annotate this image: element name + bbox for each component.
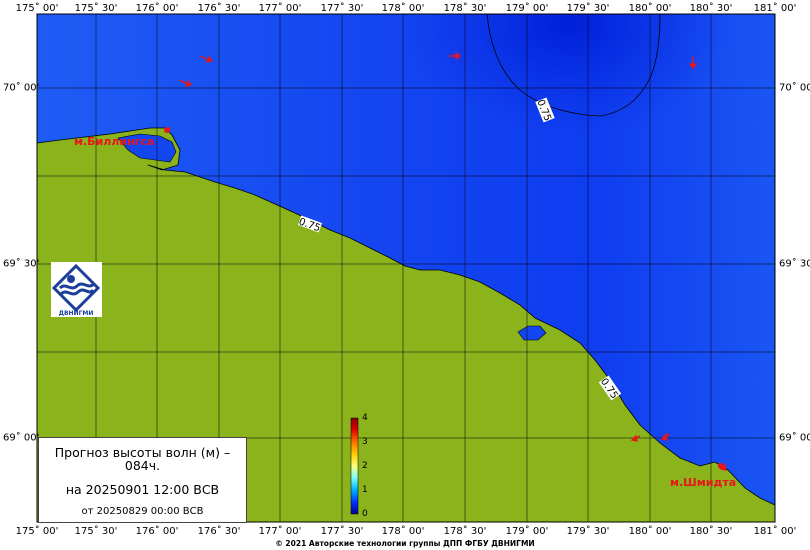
- lon-label: 180˚ 30': [689, 3, 733, 14]
- lat-label: 69˚ 30': [3, 258, 40, 270]
- forecast-title: Прогноз высоты волн (м) – 084ч.: [54, 445, 231, 473]
- scale-tick: 3: [362, 437, 368, 447]
- scale-tick: 1: [362, 485, 368, 495]
- lon-label: 177˚ 00': [258, 526, 302, 537]
- lon-label: 175˚ 00': [15, 526, 59, 537]
- lon-label: 177˚ 00': [258, 3, 302, 14]
- lon-label: 179˚ 30': [566, 526, 610, 537]
- scale-tick: 2: [362, 461, 368, 471]
- lon-label: 175˚ 00': [15, 3, 59, 14]
- forecast-issue-time: от 20250829 00:00 ВСВ: [81, 506, 204, 517]
- lon-label: 176˚ 30': [197, 3, 241, 14]
- place-label-billings: м.Биллингса: [74, 135, 155, 148]
- copyright: © 2021 Авторские технологии группы ДПП Ф…: [275, 539, 535, 548]
- lon-label: 177˚ 30': [320, 3, 364, 14]
- lat-label: 70˚ 00': [779, 82, 810, 94]
- cape-schmidt-marker: [718, 463, 724, 469]
- forecast-info-box: Прогноз высоты волн (м) – 084ч. на 20250…: [38, 437, 247, 523]
- forecast-valid-time: на 20250901 12:00 ВСВ: [65, 482, 220, 497]
- lon-label: 178˚ 00': [381, 3, 425, 14]
- place-label-schmidt: м.Шмидта: [670, 476, 737, 489]
- color-scale-bar: [350, 417, 359, 515]
- logo-emblem-icon: ДВНИГМИ: [51, 263, 101, 317]
- lon-label: 178˚ 00': [381, 526, 425, 537]
- lon-label: 181˚ 00': [753, 3, 797, 14]
- lat-label: 69˚ 00': [3, 432, 40, 444]
- lon-label: 178˚ 30': [443, 526, 487, 537]
- lon-label: 181˚ 00': [753, 526, 797, 537]
- cape-billings-marker: [164, 127, 170, 133]
- lon-label: 178˚ 30': [443, 3, 487, 14]
- lon-label: 175˚ 30': [74, 3, 118, 14]
- lon-label: 180˚ 30': [689, 526, 733, 537]
- lon-label: 180˚ 00': [628, 3, 672, 14]
- lon-label: 179˚ 30': [566, 3, 610, 14]
- scale-tick: 4: [362, 413, 368, 423]
- lat-label: 69˚ 00': [779, 432, 810, 444]
- lat-label: 70˚ 00': [3, 82, 40, 94]
- lon-label: 176˚ 30': [197, 526, 241, 537]
- lon-label: 176˚ 00': [135, 3, 179, 14]
- lat-label: 69˚ 30': [779, 258, 810, 270]
- lon-label: 176˚ 00': [135, 526, 179, 537]
- logo: ДВНИГМИ: [51, 262, 102, 317]
- lon-label: 180˚ 00': [628, 526, 672, 537]
- svg-text:ДВНИГМИ: ДВНИГМИ: [59, 310, 94, 317]
- scale-tick: 0: [362, 509, 368, 519]
- lon-label: 177˚ 30': [320, 526, 364, 537]
- lon-label: 179˚ 00': [505, 3, 549, 14]
- lon-label: 175˚ 30': [74, 526, 118, 537]
- lon-label: 179˚ 00': [505, 526, 549, 537]
